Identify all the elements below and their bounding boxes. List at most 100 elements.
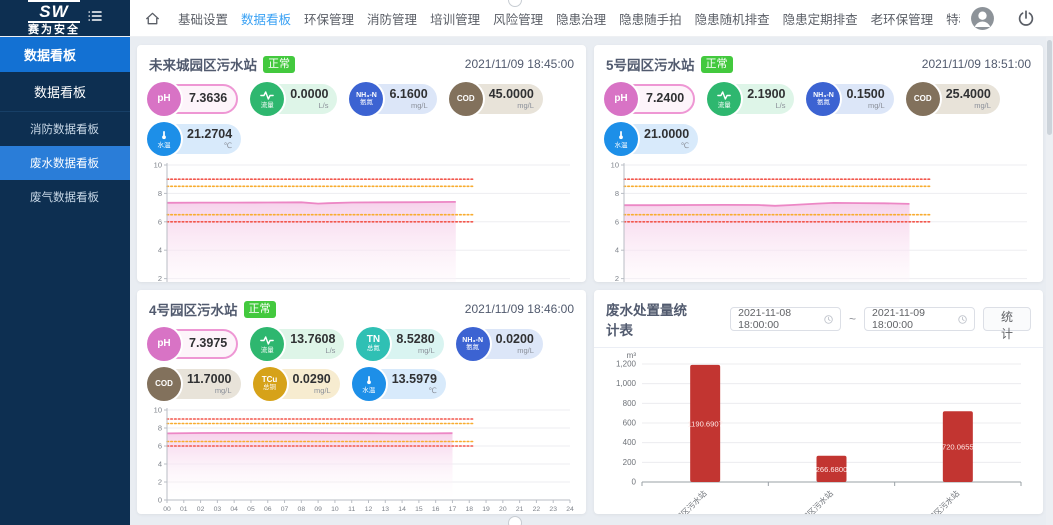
metric-tn: TN总氮8.5280mg/L bbox=[356, 327, 443, 361]
metric-label: TCu总铜 bbox=[253, 367, 287, 401]
svg-text:18: 18 bbox=[465, 506, 473, 513]
stats-title: 废水处置量统计表 bbox=[606, 299, 696, 339]
metric-flow: 流量0.0000L/s bbox=[250, 82, 337, 116]
station-title: 未来城园区污水站 bbox=[149, 54, 257, 74]
dashboard-app: SW 赛为安全 基础设置数据看板环保管理消防管理培训管理风险管理隐患治理隐患随手… bbox=[0, 0, 1053, 525]
metric-temp: 水温13.5979℃ bbox=[352, 367, 446, 401]
metric-ph: pH7.2400 bbox=[604, 82, 695, 116]
svg-text:15: 15 bbox=[415, 506, 423, 513]
svg-text:05: 05 bbox=[247, 506, 255, 513]
panel-station-future-city: 未来城园区污水站 正常 2021/11/09 18:45:00 pH7.3636… bbox=[137, 45, 586, 282]
svg-text:4: 4 bbox=[158, 246, 162, 255]
svg-text:6: 6 bbox=[158, 442, 162, 451]
pulse-icon: 流量 bbox=[250, 82, 284, 116]
stats-header: 废水处置量统计表 2021-11-08 18:00:00 ~ 2021-11-0… bbox=[594, 290, 1043, 348]
svg-text:20: 20 bbox=[499, 506, 507, 513]
sidebar: 数据看板数据看板消防数据看板废水数据看板废气数据看板 bbox=[0, 37, 130, 525]
thermo-icon: 水温 bbox=[352, 367, 386, 401]
topnav-item-0[interactable]: 基础设置 bbox=[178, 9, 228, 28]
svg-text:03: 03 bbox=[214, 506, 222, 513]
metrics-row: pH7.2400流量2.1900L/sNH₃-N氨氮0.1500mg/LCOD2… bbox=[594, 78, 1043, 156]
svg-text:2: 2 bbox=[158, 274, 162, 282]
avatar[interactable] bbox=[970, 6, 995, 31]
station-timestamp: 2021/11/09 18:51:00 bbox=[922, 57, 1031, 71]
panel-header: 未来城园区污水站 正常 2021/11/09 18:45:00 bbox=[137, 45, 586, 78]
metric-label: COD bbox=[906, 82, 940, 116]
topnav-item-3[interactable]: 消防管理 bbox=[367, 9, 417, 28]
topnav-item-2[interactable]: 环保管理 bbox=[304, 9, 354, 28]
scroll-indicator-bottom[interactable] bbox=[508, 516, 522, 525]
topnav-item-9[interactable]: 隐患定期排查 bbox=[783, 9, 858, 28]
metric-cod: COD11.7000mg/L bbox=[147, 367, 241, 401]
status-badge: 正常 bbox=[263, 56, 295, 73]
topbar: SW 赛为安全 基础设置数据看板环保管理消防管理培训管理风险管理隐患治理隐患随手… bbox=[0, 0, 1053, 37]
svg-text:11: 11 bbox=[348, 506, 355, 513]
chart-area: 0246810000102030405060708091011121314151… bbox=[594, 156, 1043, 282]
svg-text:07: 07 bbox=[281, 506, 289, 513]
svg-text:6: 6 bbox=[158, 217, 162, 226]
metric-temp: 水温21.0000℃ bbox=[604, 122, 698, 156]
svg-text:10: 10 bbox=[154, 406, 162, 415]
svg-text:19: 19 bbox=[482, 506, 490, 513]
topnav-items: 基础设置数据看板环保管理消防管理培训管理风险管理隐患治理隐患随手拍隐患随机排查隐… bbox=[178, 9, 960, 28]
sidebar-item-3[interactable]: 废水数据看板 bbox=[0, 146, 130, 180]
svg-text:2: 2 bbox=[615, 274, 619, 282]
metric-flow: 流量13.7608L/s bbox=[250, 327, 344, 361]
metric-label: pH bbox=[604, 82, 638, 116]
home-icon[interactable] bbox=[144, 10, 161, 27]
topnav-item-7[interactable]: 隐患随手拍 bbox=[619, 9, 682, 28]
disposal-bar-chart: 02004006008001,0001,200m³1190.6907未来城园区污… bbox=[596, 350, 1037, 514]
svg-text:04: 04 bbox=[230, 506, 238, 513]
sidebar-item-0[interactable]: 数据看板 bbox=[0, 37, 130, 72]
panel-station-no4: 4号园区污水站 正常 2021/11/09 18:46:00 pH7.3975流… bbox=[137, 290, 586, 514]
status-badge: 正常 bbox=[244, 301, 276, 318]
metrics-row: pH7.3636流量0.0000L/sNH₃-N氨氮6.1600mg/LCOD4… bbox=[137, 78, 586, 156]
svg-text:800: 800 bbox=[623, 399, 637, 408]
scrollbar-thumb[interactable] bbox=[1047, 40, 1052, 135]
scrollbar[interactable] bbox=[1046, 37, 1053, 525]
svg-text:23: 23 bbox=[549, 506, 557, 513]
metric-nh3n: NH₃-N氨氮0.0200mg/L bbox=[456, 327, 543, 361]
topnav-item-1[interactable]: 数据看板 bbox=[241, 9, 291, 28]
topnav-item-6[interactable]: 隐患治理 bbox=[556, 9, 606, 28]
topnav-item-8[interactable]: 隐患随机排查 bbox=[695, 9, 770, 28]
stats-button[interactable]: 统计 bbox=[983, 307, 1031, 331]
svg-text:2: 2 bbox=[158, 478, 162, 487]
sidebar-item-1[interactable]: 数据看板 bbox=[0, 72, 130, 112]
metric-temp: 水温21.2704℃ bbox=[147, 122, 241, 156]
station-timestamp: 2021/11/09 18:45:00 bbox=[465, 57, 574, 71]
topbar-right bbox=[960, 0, 1053, 36]
date-from-input[interactable]: 2021-11-08 18:00:00 bbox=[730, 307, 841, 331]
svg-text:266.6800: 266.6800 bbox=[816, 465, 848, 474]
svg-text:720.0655: 720.0655 bbox=[942, 443, 974, 452]
svg-text:21: 21 bbox=[516, 506, 524, 513]
topnav: 基础设置数据看板环保管理消防管理培训管理风险管理隐患治理隐患随手拍隐患随机排查隐… bbox=[130, 0, 960, 36]
main-content: 未来城园区污水站 正常 2021/11/09 18:45:00 pH7.3636… bbox=[130, 37, 1053, 525]
svg-text:5号园区污水站: 5号园区污水站 bbox=[791, 488, 835, 514]
chart-area: 02004006008001,0001,200m³1190.6907未来城园区污… bbox=[594, 348, 1043, 514]
svg-text:10: 10 bbox=[611, 161, 619, 170]
topnav-item-10[interactable]: 老环保管理 bbox=[871, 9, 934, 28]
svg-text:600: 600 bbox=[623, 419, 637, 428]
metric-label: pH bbox=[147, 82, 181, 116]
svg-text:未来城园区污水站: 未来城园区污水站 bbox=[656, 488, 708, 514]
svg-text:16: 16 bbox=[432, 506, 440, 513]
sidebar-item-2[interactable]: 消防数据看板 bbox=[0, 112, 130, 146]
metric-label: COD bbox=[147, 367, 181, 401]
power-icon[interactable] bbox=[1017, 9, 1035, 27]
thermo-icon: 水温 bbox=[147, 122, 181, 156]
topnav-item-4[interactable]: 培训管理 bbox=[430, 9, 480, 28]
svg-text:6: 6 bbox=[615, 217, 619, 226]
svg-text:8: 8 bbox=[158, 189, 162, 198]
topnav-item-11[interactable]: 特种设备管理 bbox=[946, 9, 960, 28]
svg-text:12: 12 bbox=[365, 506, 373, 513]
thermo-icon: 水温 bbox=[604, 122, 638, 156]
sidebar-item-4[interactable]: 废气数据看板 bbox=[0, 180, 130, 214]
date-from-value: 2021-11-08 18:00:00 bbox=[738, 307, 818, 331]
metric-cod: COD25.4000mg/L bbox=[906, 82, 1000, 116]
metrics-row: pH7.3975流量13.7608L/sTN总氮8.5280mg/LNH₃-N氨… bbox=[137, 323, 586, 401]
topnav-item-5[interactable]: 风险管理 bbox=[493, 9, 543, 28]
sidebar-collapse-icon[interactable] bbox=[88, 9, 102, 28]
date-to-input[interactable]: 2021-11-09 18:00:00 bbox=[864, 307, 975, 331]
metric-nh3n: NH₃-N氨氮0.1500mg/L bbox=[806, 82, 893, 116]
